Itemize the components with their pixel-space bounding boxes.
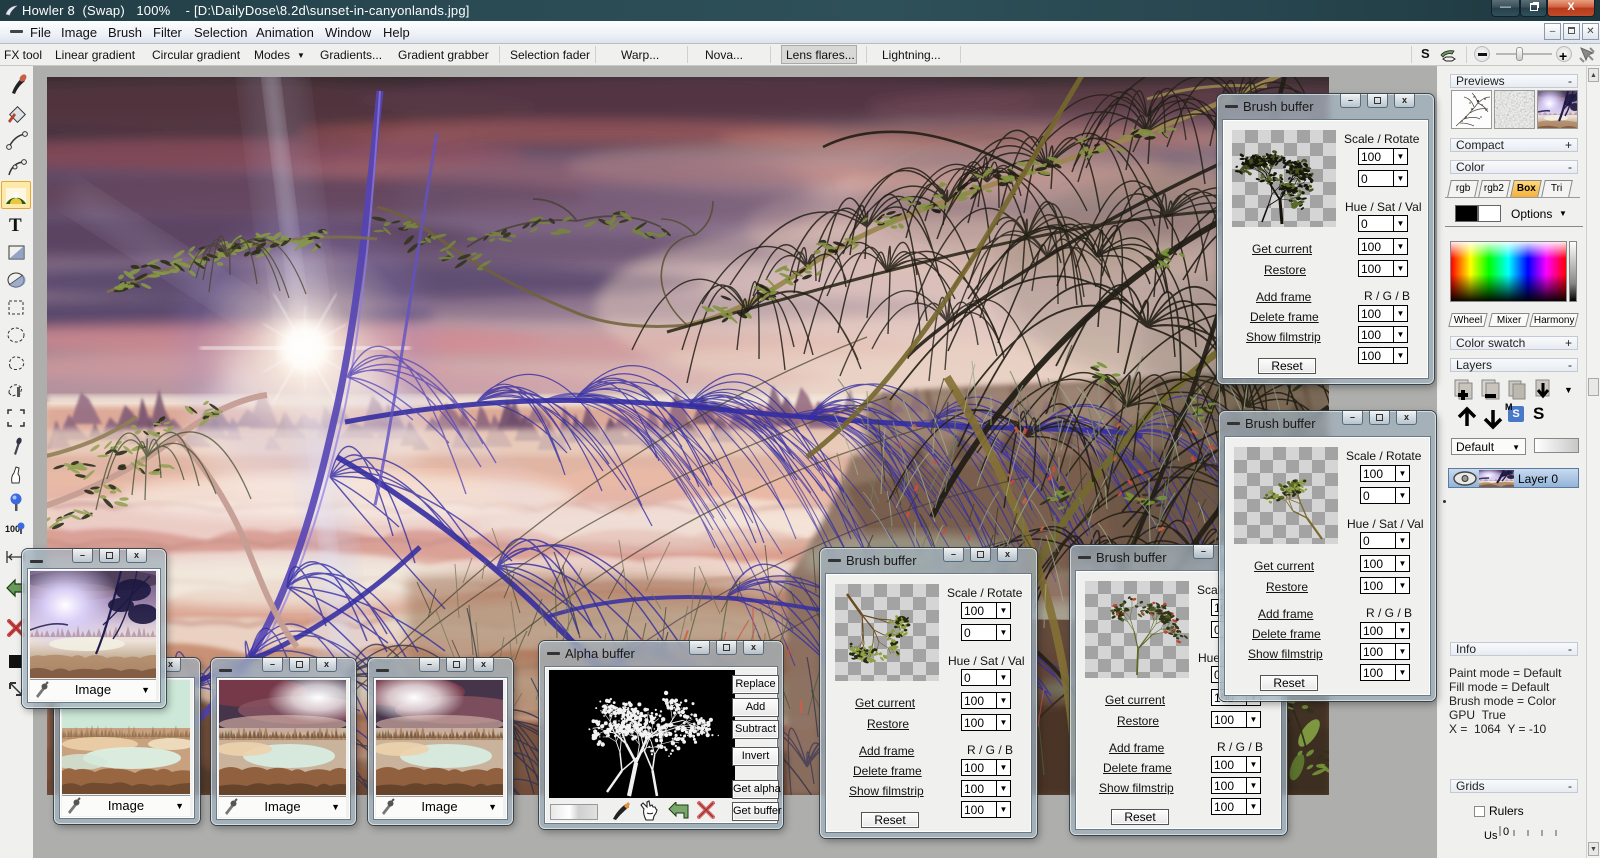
svg-text:T: T [9,215,22,235]
